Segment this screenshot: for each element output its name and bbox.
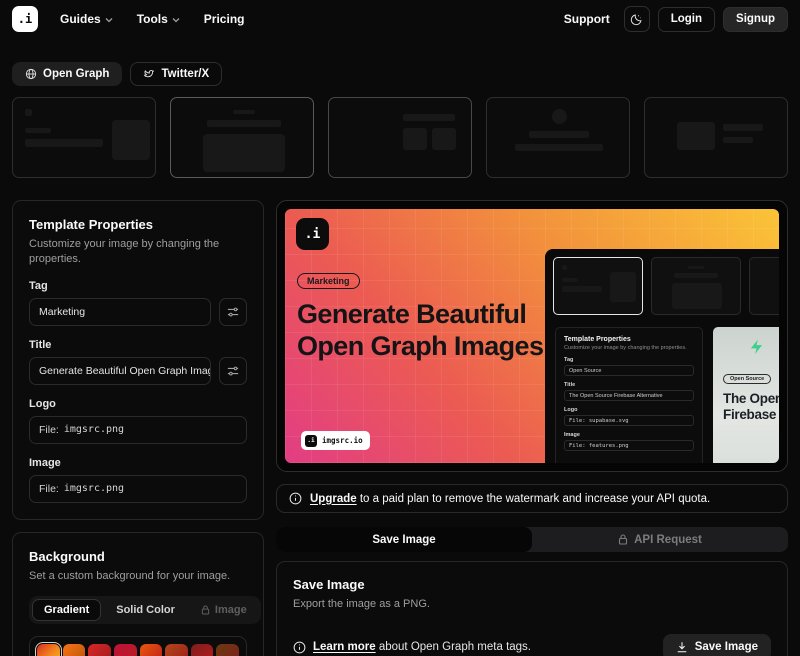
tag-field: Tag Marketing <box>29 280 247 326</box>
lock-icon <box>618 534 628 545</box>
gradient-swatch-1[interactable] <box>37 644 60 656</box>
mini-template-properties: Template Properties Customize your image… <box>555 327 703 463</box>
gradient-swatch-5[interactable] <box>140 644 163 656</box>
preview-column: .i Marketing Generate Beautiful Open Gra… <box>276 200 788 656</box>
gradient-swatch-2[interactable] <box>63 644 86 656</box>
login-button[interactable]: Login <box>658 7 715 32</box>
template-thumbnail-2[interactable] <box>170 97 314 178</box>
image-file-input[interactable]: File: imgsrc.png <box>29 475 247 503</box>
info-icon <box>293 641 306 654</box>
learn-more-link[interactable]: Learn more <box>313 641 376 653</box>
image-type-tabs: Open Graph Twitter/X <box>12 62 788 86</box>
template-thumbnail-4[interactable] <box>486 97 630 178</box>
gradient-swatch-6[interactable] <box>165 644 188 656</box>
logo-file-input[interactable]: File: imgsrc.png <box>29 416 247 444</box>
save-image-panel: Save Image Export the image as a PNG. Le… <box>276 561 788 656</box>
title-options-button[interactable] <box>219 357 247 385</box>
save-image-button[interactable]: Save Image <box>663 634 771 656</box>
title-field: Title Generate Beautiful Open Graph Imag… <box>29 339 247 385</box>
main-content: Template Properties Customize your image… <box>12 200 788 656</box>
upgrade-notice: Upgrade to a paid plan to remove the wat… <box>276 484 788 513</box>
preview-card: .i Marketing Generate Beautiful Open Gra… <box>276 200 788 472</box>
gradient-swatch-3[interactable] <box>88 644 111 656</box>
template-thumbnail-1[interactable] <box>12 97 156 178</box>
moon-icon <box>630 13 643 26</box>
background-panel: Background Set a custom background for y… <box>12 532 264 656</box>
sliders-icon <box>227 365 239 377</box>
panel-title: Background <box>29 549 247 564</box>
app-logo[interactable]: .i <box>12 6 38 32</box>
template-thumbnail-5[interactable] <box>644 97 788 178</box>
gradient-swatch-grid <box>37 644 239 656</box>
theme-toggle-button[interactable] <box>624 6 650 32</box>
template-properties-panel: Template Properties Customize your image… <box>12 200 264 520</box>
tab-twitter-x[interactable]: Twitter/X <box>130 62 222 86</box>
preview-logo: .i <box>296 218 329 250</box>
panel-title: Save Image <box>293 577 771 592</box>
title-input[interactable]: Generate Beautiful Open Graph Images <box>29 357 211 385</box>
download-icon <box>676 641 688 653</box>
mini-thumbnail-2 <box>651 257 741 315</box>
watermark-logo: .i <box>305 435 317 447</box>
tag-input[interactable]: Marketing <box>29 298 211 326</box>
tab-gradient[interactable]: Gradient <box>32 599 101 621</box>
globe-icon <box>25 68 37 80</box>
embedded-app-screenshot: Template Properties Customize your image… <box>545 249 779 463</box>
gradient-swatch-box <box>29 636 247 656</box>
header-actions: Support Login Signup <box>564 6 788 32</box>
nav-guides[interactable]: Guides <box>60 12 113 26</box>
nav-tools[interactable]: Tools <box>137 12 180 26</box>
tag-options-button[interactable] <box>219 298 247 326</box>
support-link[interactable]: Support <box>564 12 610 26</box>
twitter-bird-icon <box>143 68 155 80</box>
chevron-down-icon <box>172 16 180 24</box>
mini-og-badge: Open Source <box>723 374 771 384</box>
mini-thumbnail-1 <box>553 257 643 315</box>
preview-tag-badge: Marketing <box>297 273 360 289</box>
main-nav: Guides Tools Pricing <box>60 12 244 26</box>
panel-subtitle: Set a custom background for your image. <box>29 569 247 584</box>
mini-thumbnail-3 <box>749 257 779 315</box>
tab-open-graph[interactable]: Open Graph <box>12 62 122 86</box>
gradient-swatch-7[interactable] <box>191 644 214 656</box>
tab-api-request[interactable]: API Request <box>532 527 788 552</box>
top-navbar: .i Guides Tools Pricing Support Login Si… <box>0 0 800 38</box>
watermark-badge: .i imgsrc.io <box>301 431 370 450</box>
panel-subtitle: Export the image as a PNG. <box>293 597 771 612</box>
og-image-preview: .i Marketing Generate Beautiful Open Gra… <box>285 209 779 463</box>
upgrade-link[interactable]: Upgrade <box>310 493 357 505</box>
image-field: Image File: imgsrc.png <box>29 457 247 503</box>
background-type-tabs: Gradient Solid Color Image <box>29 596 261 624</box>
panel-title: Template Properties <box>29 217 247 232</box>
supabase-logo-icon <box>749 339 764 355</box>
preview-headline: Generate Beautiful Open Graph Images <box>297 299 543 362</box>
info-icon <box>289 492 302 505</box>
sliders-icon <box>227 306 239 318</box>
left-sidebar: Template Properties Customize your image… <box>12 200 264 656</box>
tab-solid-color[interactable]: Solid Color <box>105 599 186 621</box>
mini-og-card: Open Source The Open Source Firebase Alt… <box>713 327 779 463</box>
panel-subtitle: Customize your image by changing the pro… <box>29 237 247 267</box>
template-thumbnail-row <box>12 97 788 178</box>
gradient-swatch-4[interactable] <box>114 644 137 656</box>
nav-pricing[interactable]: Pricing <box>204 12 245 26</box>
logo-field: Logo File: imgsrc.png <box>29 398 247 444</box>
tab-image[interactable]: Image <box>190 599 258 621</box>
chevron-down-icon <box>105 16 113 24</box>
lock-icon <box>201 605 210 615</box>
template-thumbnail-3[interactable] <box>328 97 472 178</box>
learn-more-note: Learn more about Open Graph meta tags. <box>293 641 531 654</box>
output-tabs: Save Image API Request <box>276 527 788 552</box>
signup-button[interactable]: Signup <box>723 7 788 32</box>
mini-og-title: The Open Source Firebase Alternative <box>723 391 779 423</box>
tab-save-image[interactable]: Save Image <box>276 527 532 552</box>
gradient-swatch-8[interactable] <box>216 644 239 656</box>
